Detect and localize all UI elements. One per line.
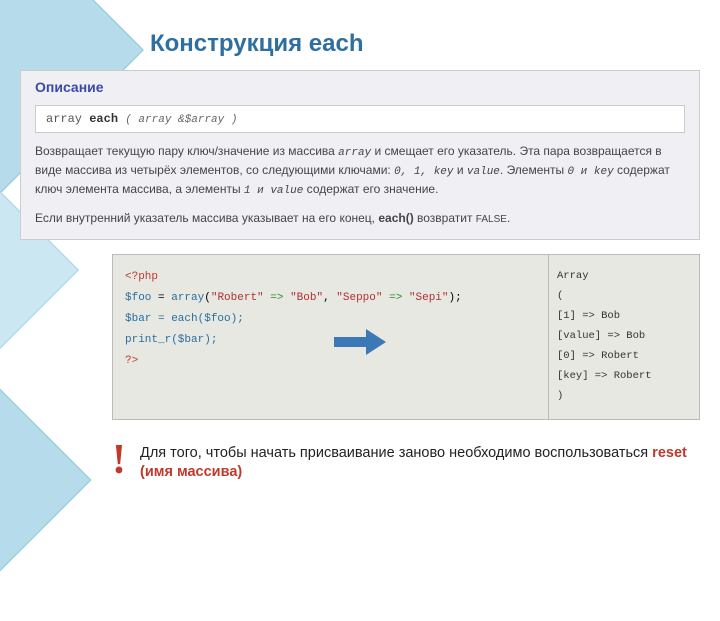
slide-content: Конструкция each Описание array each ( a…	[0, 0, 720, 483]
description-paragraph-2: Если внутренний указатель массива указыв…	[35, 210, 685, 228]
sig-return-type: array	[46, 112, 82, 126]
code-source: <?php $foo = array("Robert" => "Bob", "S…	[113, 255, 549, 419]
php-open-tag: <?php	[125, 271, 158, 283]
sig-params: ( array &$array )	[125, 114, 237, 126]
slide-title: Конструкция each	[150, 30, 700, 58]
exclamation-icon: !	[112, 442, 126, 480]
code-output: Array ( [1] => Bob [value] => Bob [0] =>…	[549, 255, 699, 419]
note-text: Для того, чтобы начать присваивание зано…	[140, 442, 700, 483]
description-paragraph-1: Возвращает текущую пару ключ/значение из…	[35, 143, 685, 200]
note-row: ! Для того, чтобы начать присваивание за…	[112, 442, 700, 483]
description-panel: Описание array each ( array &$array ) Во…	[20, 70, 700, 240]
code-example-area: <?php $foo = array("Robert" => "Bob", "S…	[112, 254, 700, 420]
sig-function-name: each	[89, 112, 118, 126]
arrow-icon	[330, 325, 390, 359]
description-heading: Описание	[35, 79, 685, 95]
function-signature: array each ( array &$array )	[35, 105, 685, 133]
php-close-tag: ?>	[125, 355, 138, 367]
